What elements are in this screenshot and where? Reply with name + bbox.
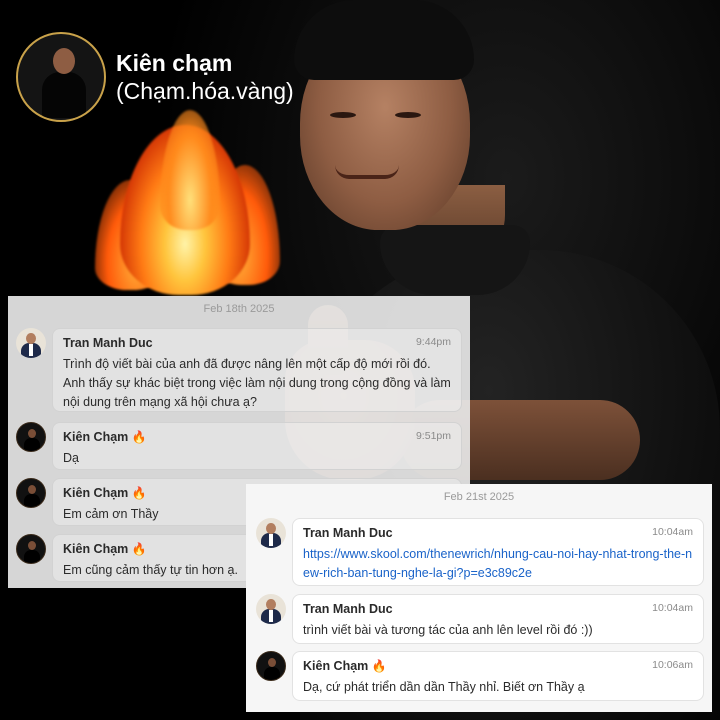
profile-name: Kiên chạm	[116, 50, 233, 76]
person-eye-right	[395, 112, 421, 118]
fire-emoji-icon: 🔥	[371, 659, 387, 673]
avatar[interactable]	[16, 422, 46, 452]
message-time: 10:04am	[652, 526, 693, 538]
profile-avatar	[16, 32, 106, 122]
message-bubble: Kiên Chạm 🔥 9:51pm Dạ	[52, 422, 462, 470]
person-hair-shape	[294, 0, 474, 80]
message-bubble: Tran Manh Duc 10:04am https://www.skool.…	[292, 518, 704, 586]
message-sender[interactable]: Kiên Chạm 🔥	[303, 658, 693, 674]
fire-emoji-icon: 🔥	[131, 542, 147, 556]
avatar[interactable]	[16, 478, 46, 508]
avatar[interactable]	[256, 518, 286, 548]
avatar-body-shape	[42, 72, 86, 118]
profile-handle: (Chạm.hóa.vàng)	[116, 78, 294, 104]
message-sender-name: Kiên Chạm	[63, 486, 129, 500]
message-sender[interactable]: Kiên Chạm 🔥	[63, 429, 451, 445]
message-link[interactable]: https://www.skool.com/thenewrich/nhung-c…	[303, 545, 693, 583]
message-sender-name: Kiên Chạm	[63, 430, 129, 444]
message-text: trình viết bài và tương tác của anh lên …	[303, 623, 593, 637]
message-sender[interactable]: Tran Manh Duc	[303, 525, 693, 541]
profile-header: Kiên chạm (Chạm.hóa.vàng)	[16, 32, 294, 122]
message-time: 9:44pm	[415, 336, 451, 348]
message-time: 9:51pm	[415, 430, 451, 442]
avatar[interactable]	[256, 594, 286, 624]
avatar[interactable]	[16, 534, 46, 564]
message-sender-name: Kiên Chạm	[303, 659, 369, 673]
message-text: Dạ, cứ phát triển dần dần Thầy nhỉ. Biết…	[303, 680, 585, 694]
message-text: Dạ	[63, 451, 79, 465]
message-bubble: Tran Manh Duc 9:44pm Trình độ viết bài c…	[52, 328, 462, 412]
message-text: Trình độ viết bài của anh đã được nâng l…	[63, 357, 451, 409]
chat-date-label: Feb 18th 2025	[203, 303, 275, 315]
avatar[interactable]	[256, 651, 286, 681]
person-eye-left	[330, 112, 356, 118]
avatar[interactable]	[16, 328, 46, 358]
person-collar-shape	[380, 225, 530, 295]
message-bubble: Tran Manh Duc 10:04am trình viết bài và …	[292, 594, 704, 644]
message-time: 10:04am	[652, 602, 693, 614]
message-bubble: Kiên Chạm 🔥 10:06am Dạ, cứ phát triển dầ…	[292, 651, 704, 701]
chat-screenshot-feb-21: Feb 21st 2025 Tran Manh Duc 10:04am http…	[246, 484, 712, 712]
message-sender[interactable]: Tran Manh Duc	[303, 601, 693, 617]
profile-text: Kiên chạm (Chạm.hóa.vàng)	[116, 49, 294, 105]
message-time: 10:06am	[652, 659, 693, 671]
avatar-head-shape	[53, 48, 75, 74]
chat-date-label: Feb 21st 2025	[443, 491, 515, 503]
fire-emoji-icon: 🔥	[131, 486, 147, 500]
fire-emoji-icon: 🔥	[131, 430, 147, 444]
message-sender[interactable]: Tran Manh Duc	[63, 335, 451, 351]
message-sender-name: Kiên Chạm	[63, 542, 129, 556]
person-smile	[335, 165, 399, 179]
